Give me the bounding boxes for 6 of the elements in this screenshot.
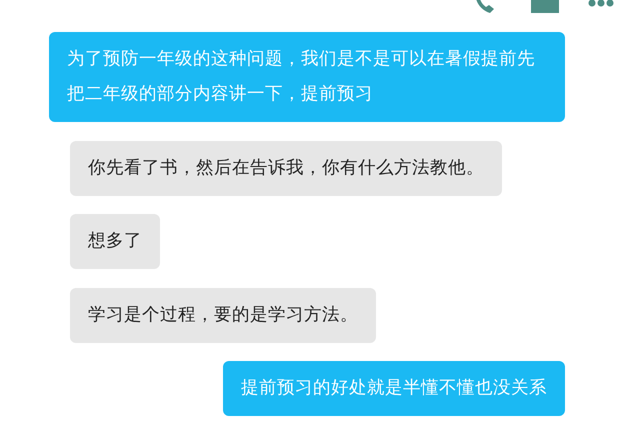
message-bubble: 提前预习的好处就是半懂不懂也没关系: [223, 361, 565, 416]
message-bubble: 你先看了书，然后在告诉我，你有什么方法教他。: [70, 140, 502, 196]
more-icon[interactable]: [588, 0, 614, 8]
message-bubble: 想多了: [70, 214, 160, 269]
message-bubble: 为了预防一年级的这种问题，我们是不是可以在暑假提前先把二年级的部分内容讲一下，提前预习: [49, 32, 565, 122]
message-bubble: 学习是个过程，要的是学习方法。: [70, 288, 376, 342]
